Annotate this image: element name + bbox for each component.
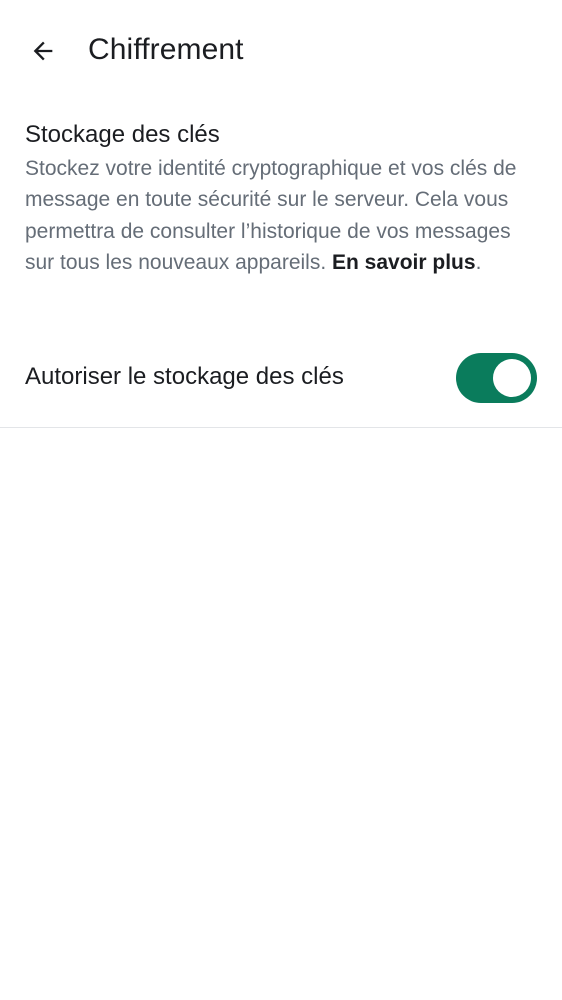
- back-button[interactable]: [20, 28, 66, 74]
- section-title: Stockage des clés: [25, 121, 220, 148]
- section-description: Stockez votre identité cryptographique e…: [25, 153, 540, 278]
- page-title: Chiffrement: [88, 33, 244, 66]
- key-storage-section: Stockage des clés Stockez votre identité…: [25, 118, 540, 278]
- switch-knob: [493, 359, 531, 397]
- allow-key-storage-row[interactable]: Autoriser le stockage des clés: [0, 338, 562, 428]
- allow-key-storage-switch[interactable]: [456, 353, 537, 403]
- app-bar: Chiffrement: [0, 0, 562, 100]
- description-period: .: [475, 250, 482, 274]
- allow-key-storage-label: Autoriser le stockage des clés: [25, 363, 344, 390]
- arrow-left-icon: [29, 37, 57, 65]
- learn-more-link[interactable]: En savoir plus: [332, 251, 476, 274]
